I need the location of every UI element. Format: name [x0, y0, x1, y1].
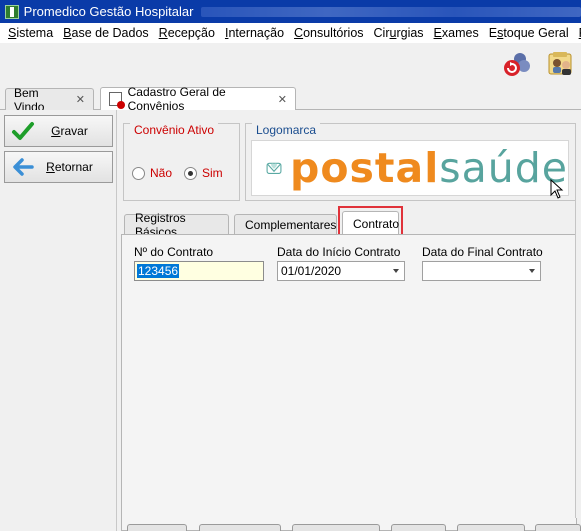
menu-internacao[interactable]: Internação — [220, 26, 289, 40]
bottom-tab[interactable] — [127, 524, 187, 531]
radio-circle[interactable] — [132, 166, 145, 180]
close-icon[interactable]: ✕ — [76, 93, 85, 106]
radio-sim[interactable]: Sim — [184, 166, 223, 180]
numero-contrato-value: 123456 — [137, 264, 180, 278]
document-tabs: Bem Vindo ✕ Cadastro Geral de Convênios … — [0, 85, 581, 114]
menu-consultorios[interactable]: Consultórios — [289, 26, 368, 40]
contrato-panel: Nº do Contrato 123456 Data do Início Con… — [121, 234, 577, 531]
tab-highlight — [338, 206, 403, 237]
convenio-ativo-group: Convênio Ativo Não Sim — [123, 123, 240, 201]
numero-contrato-label: Nº do Contrato — [134, 245, 214, 259]
menu-more[interactable]: P... — [574, 26, 581, 40]
bottom-tab[interactable] — [199, 524, 281, 531]
radio-label: Sim — [202, 166, 223, 180]
bottom-tab[interactable] — [535, 524, 581, 531]
tab-registros-basicos[interactable]: Registros Básicos — [124, 211, 229, 239]
data-inicio-value: 01/01/2020 — [281, 264, 342, 278]
data-final-dropdown[interactable] — [422, 261, 541, 281]
users-icon[interactable] — [546, 48, 578, 80]
mouse-cursor-icon — [550, 179, 564, 199]
refresh-icon[interactable] — [500, 48, 532, 80]
menu-recepcao[interactable]: Recepção — [154, 26, 220, 40]
check-icon — [12, 122, 34, 140]
app-icon — [5, 4, 19, 19]
radio-label: Não — [150, 166, 173, 180]
tab-label: Complementares — [245, 218, 337, 232]
menu-sistema[interactable]: Sistema — [3, 26, 58, 40]
right-panel-edge — [575, 128, 581, 518]
return-label: Retornar — [46, 160, 93, 174]
toolbar — [0, 43, 581, 86]
title-details-blurred — [201, 6, 581, 17]
menu-exames[interactable]: Exames — [429, 26, 484, 40]
menu-bar: Sistema Base de Dados Recepção Internaçã… — [0, 23, 581, 43]
tab-bem-vindo[interactable]: Bem Vindo ✕ — [5, 86, 94, 114]
data-final-label: Data do Final Contrato — [422, 245, 543, 259]
menu-cirurgias[interactable]: Cirurgias — [369, 26, 429, 40]
bottom-tab[interactable] — [292, 524, 380, 531]
form-icon — [109, 92, 125, 109]
logo-envelope-icon — [266, 162, 282, 175]
chevron-down-icon[interactable] — [529, 269, 535, 273]
numero-contrato-input[interactable]: 123456 — [134, 261, 264, 281]
radio-circle-checked[interactable] — [184, 166, 197, 180]
bottom-tab[interactable] — [391, 524, 446, 531]
data-inicio-dropdown[interactable]: 01/01/2020 — [277, 261, 405, 281]
tab-complementares[interactable]: Complementares — [234, 214, 337, 235]
radio-nao[interactable]: Não — [132, 166, 172, 180]
title-bar: Promedico Gestão Hospitalar — [0, 0, 581, 23]
data-inicio-label: Data do Início Contrato — [277, 245, 401, 259]
return-button[interactable]: Retornar — [4, 151, 113, 183]
bottom-tab[interactable] — [457, 524, 525, 531]
tab-cadastro-geral-convenios[interactable]: Cadastro Geral de Convênios ✕ — [100, 85, 296, 113]
convenio-ativo-title: Convênio Ativo — [130, 123, 219, 137]
inner-tabs: Registros Básicos Complementares Contrat… — [124, 206, 579, 239]
window-title: Promedico Gestão Hospitalar — [23, 4, 194, 19]
logo-wordmark: postalsaúde — [290, 143, 568, 192]
logomarca-title: Logomarca — [252, 123, 321, 137]
main-content: Convênio Ativo Não Sim Logomarca postals… — [118, 110, 581, 531]
logo-image[interactable]: postalsaúde — [251, 140, 569, 199]
bottom-tabs — [127, 524, 581, 531]
menu-base-de-dados[interactable]: Base de Dados — [58, 26, 153, 40]
arrow-left-icon — [13, 158, 34, 176]
tab-label: Cadastro Geral de Convênios — [127, 85, 226, 113]
chevron-down-icon[interactable] — [393, 269, 399, 273]
logomarca-group: Logomarca postalsaúde — [245, 123, 576, 201]
save-label: Gravar — [51, 124, 88, 138]
menu-estoque-geral[interactable]: Estoque Geral — [484, 26, 574, 40]
side-panel: Gravar Retornar — [0, 110, 117, 531]
close-icon[interactable]: ✕ — [278, 93, 287, 106]
save-button[interactable]: Gravar — [4, 115, 113, 147]
